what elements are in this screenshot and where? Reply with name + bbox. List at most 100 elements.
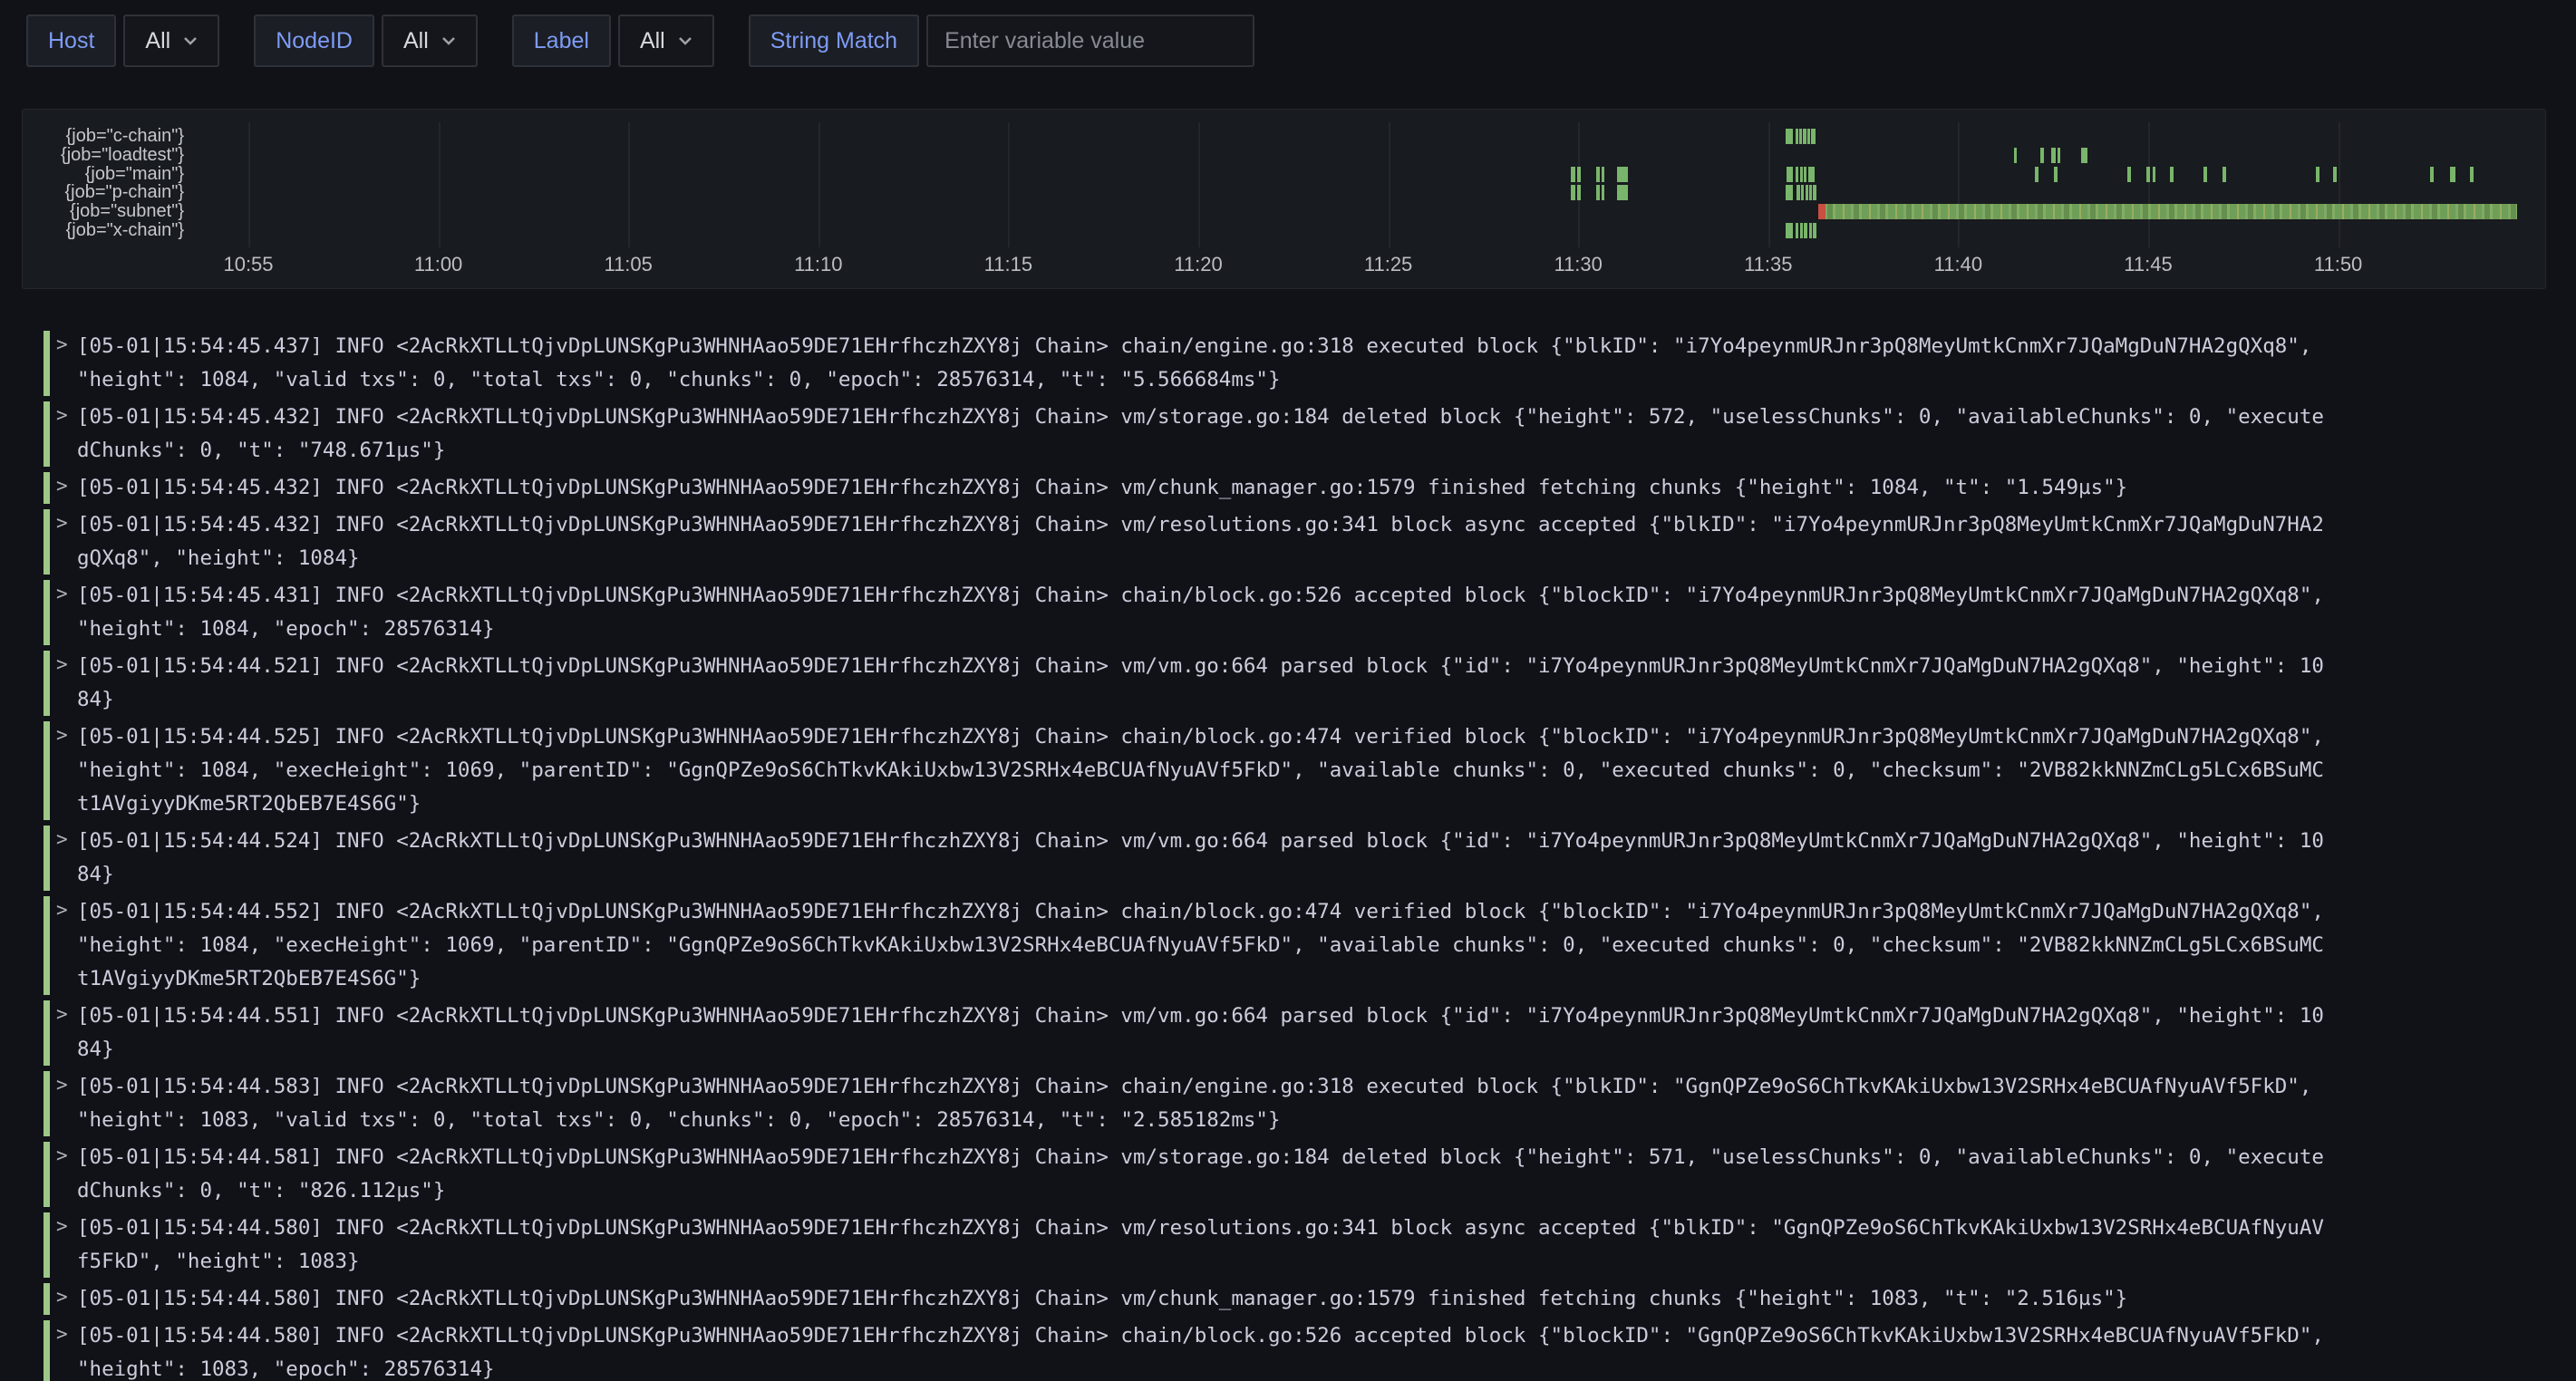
log-row[interactable]: >[05-01|15:54:44.551] INFO <2AcRkXTLLtQj… <box>22 998 2576 1068</box>
expand-row-icon[interactable]: > <box>56 828 76 850</box>
log-line-text: [05-01|15:54:44.524] INFO <2AcRkXTLLtQjv… <box>77 825 2576 858</box>
label-variable-select[interactable]: All <box>618 14 714 67</box>
timeline-mark <box>1800 167 1803 182</box>
expand-row-icon[interactable]: > <box>56 1286 76 1308</box>
expand-row-icon[interactable]: > <box>56 724 76 746</box>
expand-row-icon[interactable]: > <box>56 404 76 426</box>
log-level-info-bar <box>44 721 50 820</box>
host-variable-select[interactable]: All <box>123 14 219 67</box>
timeline-mark <box>1811 129 1816 144</box>
timeline-mark <box>1803 129 1806 144</box>
expand-row-icon[interactable]: > <box>56 1074 76 1096</box>
label-variable-value: All <box>640 28 665 54</box>
timeline-row <box>23 204 2545 219</box>
expand-row-icon[interactable]: > <box>56 583 76 604</box>
log-line-text: [05-01|15:54:45.432] INFO <2AcRkXTLLtQjv… <box>77 508 2576 542</box>
timeline-mark <box>1571 185 1575 200</box>
log-line-text: [05-01|15:54:44.521] INFO <2AcRkXTLLtQjv… <box>77 650 2576 683</box>
nodeid-variable-value: All <box>403 28 429 54</box>
timeline-mark <box>1809 223 1812 238</box>
timeline-mark <box>1602 185 1604 200</box>
timeline-mark <box>1804 167 1806 182</box>
timeline-mark <box>1813 185 1816 200</box>
expand-row-icon[interactable]: > <box>56 1003 76 1025</box>
time-axis-tick-label: 11:25 <box>1334 253 1443 276</box>
timeline-error-segment <box>1818 204 1825 219</box>
expand-row-icon[interactable]: > <box>56 333 76 355</box>
log-level-info-bar <box>44 1320 50 1381</box>
timeline-mark <box>2450 167 2455 182</box>
timeline-mark <box>1809 185 1812 200</box>
log-row[interactable]: >[05-01|15:54:44.552] INFO <2AcRkXTLLtQj… <box>22 893 2576 998</box>
log-row[interactable]: >[05-01|15:54:44.580] INFO <2AcRkXTLLtQj… <box>22 1280 2576 1318</box>
log-level-info-bar <box>44 1142 50 1207</box>
timeline-mark <box>2430 167 2434 182</box>
timeline-mark <box>1577 185 1581 200</box>
log-row[interactable]: >[05-01|15:54:44.581] INFO <2AcRkXTLLtQj… <box>22 1139 2576 1210</box>
log-row[interactable]: >[05-01|15:54:45.432] INFO <2AcRkXTLLtQj… <box>22 469 2576 507</box>
log-row[interactable]: >[05-01|15:54:44.580] INFO <2AcRkXTLLtQj… <box>22 1210 2576 1280</box>
time-axis-tick-label: 11:30 <box>1524 253 1632 276</box>
timeline-mark <box>1571 167 1575 182</box>
log-row[interactable]: >[05-01|15:54:44.583] INFO <2AcRkXTLLtQj… <box>22 1068 2576 1139</box>
log-volume-timeline-panel: 10:5511:0011:0511:1011:1511:2011:2511:30… <box>22 109 2546 289</box>
timeline-row <box>23 148 2545 163</box>
log-level-info-bar <box>44 472 50 504</box>
time-axis-tick-label: 11:20 <box>1144 253 1253 276</box>
timeline-plot[interactable]: 10:5511:0011:0511:1011:1511:2011:2511:30… <box>23 110 2545 288</box>
variable-label: Label All <box>512 14 714 67</box>
log-row[interactable]: >[05-01|15:54:45.432] INFO <2AcRkXTLLtQj… <box>22 507 2576 577</box>
expand-row-icon[interactable]: > <box>56 653 76 675</box>
log-line-text: [05-01|15:54:44.581] INFO <2AcRkXTLLtQjv… <box>77 1141 2576 1174</box>
timeline-mark <box>2058 148 2060 163</box>
timeline-mark <box>2470 167 2474 182</box>
timeline-mark <box>2051 148 2056 163</box>
timeline-mark <box>1596 185 1600 200</box>
timeline-state-bar <box>1818 204 2517 219</box>
time-axis-tick-label: 10:55 <box>194 253 303 276</box>
log-row[interactable]: >[05-01|15:54:44.525] INFO <2AcRkXTLLtQj… <box>22 719 2576 823</box>
log-level-info-bar <box>44 509 50 575</box>
timeline-mark <box>2127 167 2131 182</box>
timeline-row <box>23 129 2545 144</box>
log-level-info-bar <box>44 651 50 716</box>
timeline-mark <box>2040 148 2044 163</box>
string-match-input[interactable] <box>926 14 1254 67</box>
timeline-mark <box>1799 129 1802 144</box>
timeline-mark <box>1801 185 1804 200</box>
log-row[interactable]: >[05-01|15:54:44.580] INFO <2AcRkXTLLtQj… <box>22 1318 2576 1381</box>
timeline-mark <box>2014 148 2017 163</box>
timeline-mark <box>1577 167 1581 182</box>
grafana-explore-logs-page: { "toolbar": { "variables": [ { "label":… <box>0 0 2576 1381</box>
expand-row-icon[interactable]: > <box>56 1323 76 1345</box>
timeline-mark <box>2054 167 2058 182</box>
timeline-mark <box>2203 167 2207 182</box>
timeline-mark <box>2035 167 2039 182</box>
variables-toolbar: Host All NodeID All Label All String Mat… <box>26 14 1289 67</box>
expand-row-icon[interactable]: > <box>56 1215 76 1237</box>
label-variable-label: Label <box>512 14 611 67</box>
expand-row-icon[interactable]: > <box>56 899 76 921</box>
chevron-down-icon <box>183 36 198 45</box>
expand-row-icon[interactable]: > <box>56 512 76 534</box>
log-level-info-bar <box>44 331 50 396</box>
time-axis-tick-label: 11:50 <box>2284 253 2393 276</box>
chevron-down-icon <box>678 36 692 45</box>
log-line-text: [05-01|15:54:44.580] INFO <2AcRkXTLLtQjv… <box>77 1319 2576 1353</box>
nodeid-variable-label: NodeID <box>254 14 374 67</box>
log-row[interactable]: >[05-01|15:54:44.521] INFO <2AcRkXTLLtQj… <box>22 648 2576 719</box>
log-row[interactable]: >[05-01|15:54:44.524] INFO <2AcRkXTLLtQj… <box>22 823 2576 893</box>
log-row[interactable]: >[05-01|15:54:45.431] INFO <2AcRkXTLLtQj… <box>22 577 2576 648</box>
timeline-mark <box>1807 129 1810 144</box>
log-level-info-bar <box>44 896 50 995</box>
expand-row-icon[interactable]: > <box>56 475 76 497</box>
expand-row-icon[interactable]: > <box>56 1144 76 1166</box>
timeline-mark <box>1786 223 1793 238</box>
timeline-mark <box>1796 223 1798 238</box>
log-row[interactable]: >[05-01|15:54:45.437] INFO <2AcRkXTLLtQj… <box>22 328 2576 399</box>
log-line-text: "height": 1084, "execHeight": 1069, "par… <box>77 929 2576 962</box>
log-line-text: "height": 1084, "epoch": 28576314} <box>77 613 2576 646</box>
log-level-info-bar <box>44 401 50 467</box>
log-row[interactable]: >[05-01|15:54:45.432] INFO <2AcRkXTLLtQj… <box>22 399 2576 469</box>
nodeid-variable-select[interactable]: All <box>382 14 478 67</box>
